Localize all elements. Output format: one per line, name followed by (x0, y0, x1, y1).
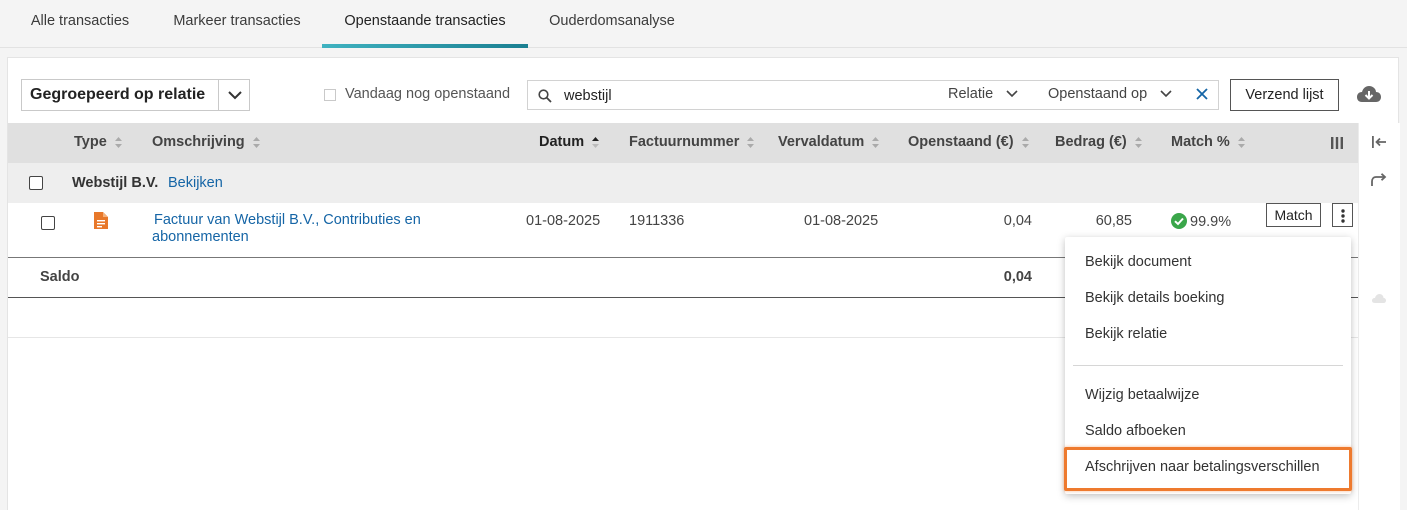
cell-openstaand: 0,04 (1003, 213, 1032, 229)
col-factuurnummer[interactable]: Factuurnummer (629, 134, 755, 150)
group-by-label: Gegroepeerd op relatie (30, 86, 206, 103)
search-bar: Relatie Openstaand op (527, 80, 1219, 110)
sort-icon (252, 136, 260, 148)
match-percentage: 99.9% (1190, 214, 1232, 230)
saldo-total-openstaand: 0,04 (1003, 269, 1032, 285)
sort-ascending-icon (592, 136, 600, 148)
col-vervaldatum[interactable]: Vervaldatum (778, 134, 880, 150)
send-list-button[interactable]: Verzend lijst (1230, 79, 1339, 111)
today-open-checkbox[interactable] (324, 89, 336, 101)
tab-bar: Alle transacties Markeer transacties Ope… (0, 0, 1407, 48)
desc-text-link[interactable]: Contributies en (323, 212, 421, 228)
sort-icon (114, 136, 122, 148)
menu-divider (1073, 365, 1343, 366)
group-select-checkbox[interactable] (29, 176, 43, 190)
invoice-document-icon[interactable] (94, 212, 108, 229)
chevron-down-icon[interactable] (1006, 90, 1018, 98)
more-vertical-icon (1341, 209, 1345, 223)
tab-ouderdomsanalyse[interactable]: Ouderdomsanalyse (538, 0, 686, 48)
cell-datum: 01-08-2025 (526, 213, 601, 229)
today-open-label: Vandaag nog openstaand (345, 86, 511, 102)
menu-item-bekijk-details-boeking[interactable]: Bekijk details boeking (1085, 290, 1224, 306)
saldo-label: Saldo (40, 269, 80, 285)
row-actions-menu: Bekijk document Bekijk details boeking B… (1065, 237, 1351, 494)
group-name: Webstijl B.V. (72, 175, 159, 191)
side-rail (1358, 123, 1400, 510)
menu-item-bekijk-relatie[interactable]: Bekijk relatie (1085, 326, 1167, 342)
filter-relatie[interactable]: Relatie (948, 86, 993, 102)
cloud-icon (1372, 294, 1386, 303)
cloud-download-icon[interactable] (1356, 84, 1382, 104)
chevron-down-icon[interactable] (218, 80, 250, 110)
desc-relation-link[interactable]: Webstijl B.V., (235, 212, 320, 228)
table-header: Type Omschrijving Datum Factuurnummer Ve… (8, 123, 1358, 163)
menu-item-wijzig-betaalwijze[interactable]: Wijzig betaalwijze (1085, 387, 1199, 403)
search-icon (538, 89, 552, 103)
col-type[interactable]: Type (74, 134, 122, 150)
tab-markeer-transacties[interactable]: Markeer transacties (162, 0, 312, 48)
sort-icon (1021, 136, 1029, 148)
group-row: Webstijl B.V. Bekijken (8, 163, 1358, 203)
tab-alle-transacties[interactable]: Alle transacties (18, 0, 142, 48)
search-input[interactable] (564, 86, 864, 106)
cell-vervaldatum: 01-08-2025 (804, 213, 879, 229)
desc-text-link-2[interactable]: abonnementen (152, 229, 249, 245)
match-button[interactable]: Match (1266, 203, 1321, 227)
menu-item-afschrijven-betalingsverschillen[interactable]: Afschrijven naar betalingsverschillen (1085, 459, 1320, 475)
cell-bedrag: 60,85 (1095, 213, 1132, 229)
col-bedrag[interactable]: Bedrag (€) (1055, 134, 1142, 150)
cell-match: 99.9% (1171, 213, 1231, 230)
menu-item-saldo-afboeken[interactable]: Saldo afboeken (1085, 423, 1186, 439)
view-relation-link[interactable]: Bekijken (168, 175, 223, 191)
row-select-checkbox[interactable] (41, 216, 55, 230)
cell-factuurnummer: 1911336 (629, 213, 685, 229)
columns-icon[interactable] (1331, 137, 1343, 149)
row-description: Factuur van Webstijl B.V., Contributies … (152, 212, 452, 246)
sort-icon (747, 136, 755, 148)
chevron-down-icon[interactable] (1160, 90, 1172, 98)
desc-prefix-link[interactable]: Factuur van (154, 212, 231, 228)
group-by-select[interactable]: Gegroepeerd op relatie (21, 79, 250, 111)
col-datum[interactable]: Datum (539, 134, 600, 150)
menu-item-bekijk-document[interactable]: Bekijk document (1085, 254, 1191, 270)
col-match[interactable]: Match % (1171, 134, 1245, 150)
clear-search-icon[interactable] (1196, 88, 1208, 100)
tab-openstaande-transacties[interactable]: Openstaande transacties (322, 0, 528, 48)
check-circle-icon (1171, 213, 1187, 229)
row-actions-button[interactable] (1332, 203, 1353, 227)
redo-icon[interactable] (1371, 173, 1387, 187)
sort-icon (872, 136, 880, 148)
col-openstaand[interactable]: Openstaand (€) (908, 134, 1029, 150)
col-omschrijving[interactable]: Omschrijving (152, 134, 260, 150)
filter-openstaand-op[interactable]: Openstaand op (1048, 86, 1147, 102)
sort-icon (1237, 136, 1245, 148)
sort-icon (1134, 136, 1142, 148)
collapse-panel-icon[interactable] (1371, 135, 1387, 149)
